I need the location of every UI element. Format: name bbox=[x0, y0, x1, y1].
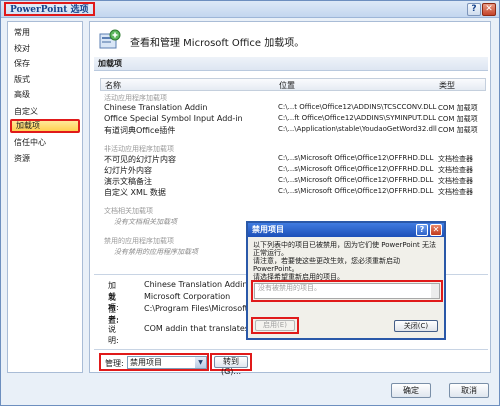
help-button[interactable]: ? bbox=[467, 3, 481, 16]
group-inactive: 非活动应用程序加载项 bbox=[104, 145, 174, 153]
window-title: PowerPoint 选项 bbox=[4, 2, 95, 16]
chevron-down-icon[interactable]: ▼ bbox=[195, 357, 206, 368]
table-row[interactable]: 演示文稿备注 C:\...s\Microsoft Office\Office12… bbox=[100, 176, 486, 187]
table-row[interactable]: 自定义 XML 数据 C:\...s\Microsoft Office\Offi… bbox=[100, 187, 486, 198]
disabled-items-dialog: 禁用项目 ? ✕ 以下列表中的项目已被禁用，因为它们使 PowerPoint 无… bbox=[246, 221, 446, 340]
dialog-close-icon[interactable]: ✕ bbox=[430, 224, 442, 236]
addin-name: Office Special Symbol Input Add-in bbox=[104, 114, 243, 123]
detail-publisher-value: Microsoft Corporation bbox=[144, 292, 231, 301]
sidebar-item-popular[interactable]: 常用 bbox=[10, 26, 80, 40]
column-name[interactable]: 名称 bbox=[105, 80, 121, 91]
detail-description-label: 说明: bbox=[108, 325, 119, 345]
addin-location: C:\...s\Microsoft Office\Office12\OFFRHD… bbox=[278, 187, 434, 195]
addin-location: C:\...s\Microsoft Office\Office12\OFFRHD… bbox=[278, 176, 434, 184]
options-sidebar: 常用 校对 保存 版式 高级 自定义 加载项 信任中心 资源 bbox=[7, 21, 83, 373]
manage-select[interactable]: 禁用项目 ▼ bbox=[127, 356, 207, 369]
detail-addin-value: Chinese Translation Addin bbox=[144, 280, 248, 289]
table-row[interactable]: 不可见的幻灯片内容 C:\...s\Microsoft Office\Offic… bbox=[100, 154, 486, 165]
scrollbar[interactable] bbox=[431, 284, 439, 298]
group-document: 文档相关加载项 bbox=[104, 207, 153, 215]
sidebar-item-addins[interactable]: 加载项 bbox=[10, 119, 80, 133]
addin-type: 文档检查器 bbox=[438, 155, 473, 163]
table-header: 名称 位置 类型 bbox=[100, 78, 486, 91]
addin-type: COM 加载项 bbox=[438, 126, 478, 134]
goto-button[interactable]: 转到(G)... bbox=[214, 356, 248, 376]
sidebar-item-save[interactable]: 保存 bbox=[10, 57, 80, 71]
dialog-close-button[interactable]: 关闭(C) bbox=[394, 320, 438, 332]
enable-button[interactable]: 启用(E) bbox=[255, 320, 295, 331]
column-type[interactable]: 类型 bbox=[439, 80, 455, 91]
addin-name: Chinese Translation Addin bbox=[104, 103, 208, 112]
table-row[interactable]: 有道词典Office插件 C:\...\Application\stable\Y… bbox=[100, 125, 486, 136]
disabled-list-empty: 没有被禁用的项目。 bbox=[258, 284, 321, 292]
enable-highlight: 启用(E) bbox=[251, 317, 299, 334]
sidebar-item-layout[interactable]: 版式 bbox=[10, 73, 80, 87]
addin-location: C:\...\Application\stable\YoudaoGetWord3… bbox=[278, 125, 437, 133]
addin-location: C:\...s\Microsoft Office\Office12\OFFRHD… bbox=[278, 165, 434, 173]
sidebar-item-trust-center[interactable]: 信任中心 bbox=[10, 136, 80, 150]
addin-name: 有道词典Office插件 bbox=[104, 126, 176, 135]
group-disabled-empty: 没有禁用的应用程序加载项 bbox=[114, 248, 198, 256]
column-location[interactable]: 位置 bbox=[279, 80, 295, 91]
ok-button[interactable]: 确定 bbox=[391, 383, 431, 398]
powerpoint-options-window: PowerPoint 选项 ? ✕ 常用 校对 保存 版式 高级 自定义 加载项… bbox=[0, 0, 500, 406]
addin-name: 幻灯片外内容 bbox=[104, 166, 152, 175]
addin-type: COM 加载项 bbox=[438, 104, 478, 112]
addin-name: 演示文稿备注 bbox=[104, 177, 152, 186]
sidebar-item-customize[interactable]: 自定义 bbox=[10, 105, 80, 119]
divider bbox=[94, 349, 488, 350]
addin-location: C:\...ft Office\Office12\ADDINS\SYMINPUT… bbox=[278, 114, 437, 122]
disabled-items-list[interactable]: 没有被禁用的项目。 bbox=[254, 283, 440, 299]
sidebar-item-resources[interactable]: 资源 bbox=[10, 152, 80, 166]
panel-header: 查看和管理 Microsoft Office 加载项。 bbox=[130, 38, 305, 49]
manage-select-value: 禁用项目 bbox=[130, 358, 162, 367]
addin-type: COM 加载项 bbox=[438, 115, 478, 123]
addin-type: 文档检查器 bbox=[438, 166, 473, 174]
sidebar-item-proofing[interactable]: 校对 bbox=[10, 42, 80, 56]
addins-table: 名称 位置 类型 活动应用程序加载项 Chinese Translation A… bbox=[100, 78, 486, 256]
disabled-list-highlight: 没有被禁用的项目。 bbox=[251, 280, 443, 302]
table-row[interactable]: 幻灯片外内容 C:\...s\Microsoft Office\Office12… bbox=[100, 165, 486, 176]
section-addins-label: 加载项 bbox=[94, 57, 488, 71]
table-row[interactable]: Office Special Symbol Input Add-in C:\..… bbox=[100, 114, 486, 125]
dialog-title: 禁用项目 bbox=[248, 223, 444, 237]
table-row[interactable]: Chinese Translation Addin C:\...t Office… bbox=[100, 103, 486, 114]
goto-highlight: 转到(G)... bbox=[210, 353, 252, 376]
addins-icon bbox=[99, 29, 121, 49]
manage-label: 管理: bbox=[105, 359, 124, 368]
addin-type: 文档检查器 bbox=[438, 188, 473, 196]
title-bar: PowerPoint 选项 ? ✕ bbox=[1, 1, 499, 18]
group-disabled: 禁用的应用程序加载项 bbox=[104, 237, 174, 245]
group-active: 活动应用程序加载项 bbox=[104, 94, 167, 102]
sidebar-item-advanced[interactable]: 高级 bbox=[10, 88, 80, 102]
addin-location: C:\...s\Microsoft Office\Office12\OFFRHD… bbox=[278, 154, 434, 162]
group-document-empty: 没有文档相关加载项 bbox=[114, 218, 177, 226]
addin-name: 自定义 XML 数据 bbox=[104, 188, 166, 197]
cancel-button[interactable]: 取消 bbox=[449, 383, 489, 398]
manage-control: 管理: 禁用项目 ▼ bbox=[99, 353, 209, 371]
addin-location: C:\...t Office\Office12\ADDINS\TCSCCONV.… bbox=[278, 103, 437, 111]
addin-type: 文档检查器 bbox=[438, 177, 473, 185]
close-button[interactable]: ✕ bbox=[482, 3, 496, 16]
dialog-help-button[interactable]: ? bbox=[416, 224, 428, 236]
detail-location-label: 位置: bbox=[108, 305, 119, 325]
addin-name: 不可见的幻灯片内容 bbox=[104, 155, 176, 164]
